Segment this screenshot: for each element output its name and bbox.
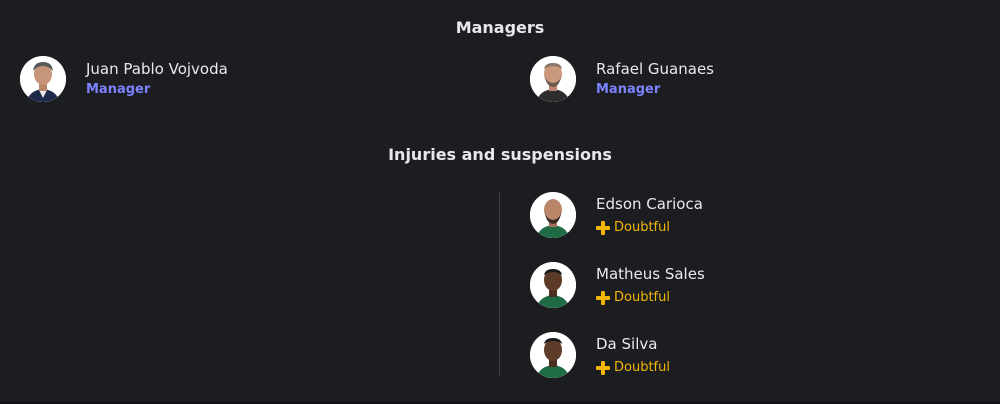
manager-home-name: Juan Pablo Vojvoda [86, 60, 228, 78]
injury-item-edson-carioca[interactable]: Edson Carioca Doubtful [530, 192, 703, 238]
team-divider [499, 191, 500, 377]
doubtful-plus-icon [596, 220, 610, 235]
player-avatar [530, 262, 576, 308]
doubtful-plus-icon [596, 290, 610, 305]
manager-home[interactable]: Juan Pablo Vojvoda Manager [20, 56, 228, 102]
player-status: Doubtful [596, 289, 705, 307]
injury-item-da-silva[interactable]: Da Silva Doubtful [530, 332, 670, 378]
player-avatar [530, 332, 576, 378]
manager-away[interactable]: Rafael Guanaes Manager [530, 56, 714, 102]
player-avatar [530, 192, 576, 238]
manager-home-role: Manager [86, 82, 151, 97]
status-label: Doubtful [614, 359, 670, 375]
manager-home-avatar [20, 56, 66, 102]
injury-item-matheus-sales[interactable]: Matheus Sales Doubtful [530, 262, 705, 308]
manager-away-role: Manager [596, 82, 661, 97]
player-name: Da Silva [596, 334, 658, 353]
player-name: Matheus Sales [596, 264, 705, 283]
lineup-extras-panel: Managers Juan Pablo Vojvoda Manager Rafa… [0, 0, 1000, 404]
player-status: Doubtful [596, 219, 703, 237]
manager-away-name: Rafael Guanaes [596, 60, 714, 78]
status-label: Doubtful [614, 289, 670, 305]
doubtful-plus-icon [596, 360, 610, 375]
managers-heading: Managers [455, 18, 545, 37]
player-name: Edson Carioca [596, 194, 703, 213]
player-status: Doubtful [596, 359, 670, 377]
manager-away-avatar [530, 56, 576, 102]
injuries-heading: Injuries and suspensions [388, 145, 612, 164]
status-label: Doubtful [614, 219, 670, 235]
